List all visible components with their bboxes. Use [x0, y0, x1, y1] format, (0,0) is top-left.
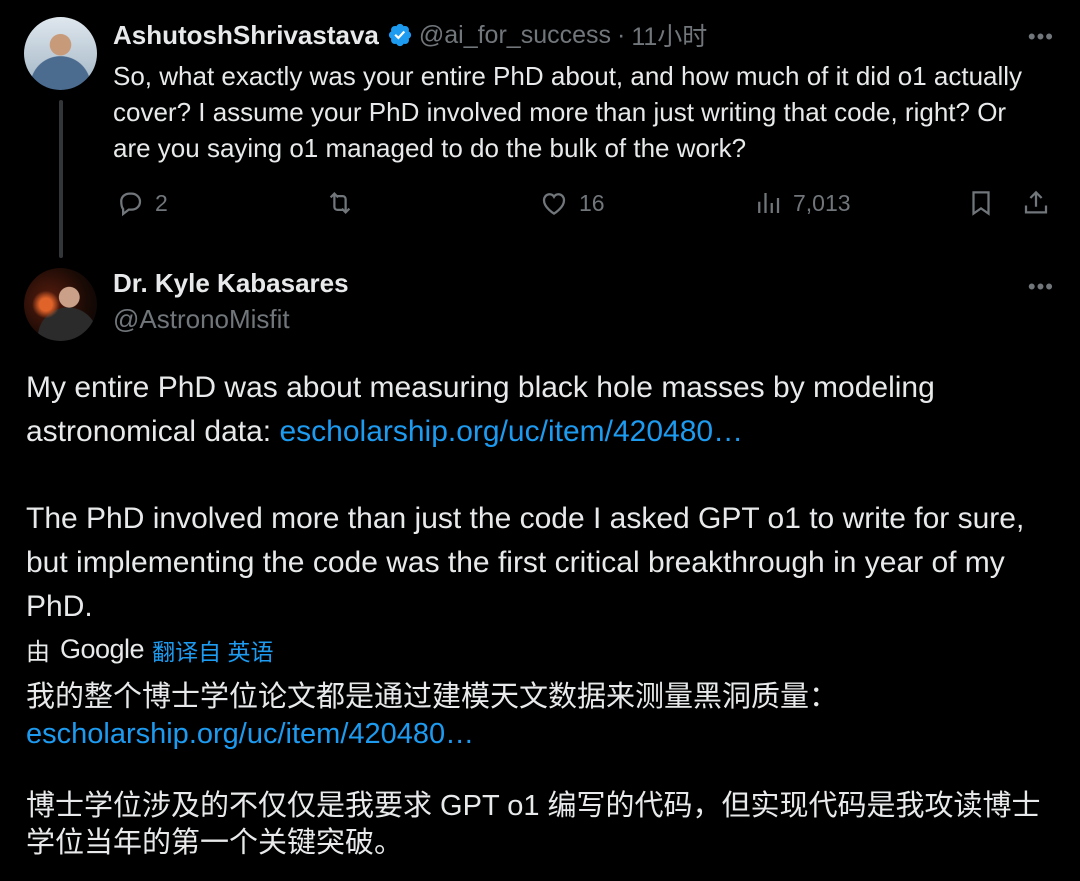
parent-tweet-header: AshutoshShrivastava @ai_for_success · 11… — [113, 18, 707, 52]
reply-button[interactable]: 2 — [115, 188, 168, 218]
reply-icon — [120, 192, 142, 217]
share-icon — [1024, 190, 1048, 214]
google-logo: Google — [60, 634, 145, 664]
translated-text: 我的整个博士学位论文都是通过建模天文数据来测量黑洞质量： — [26, 681, 839, 713]
like-button[interactable]: 16 — [539, 188, 605, 218]
translated-paragraph-2: 博士学位涉及的不仅仅是我要求 GPT o1 编写的代码，但实现代码是我攻读博士学… — [26, 790, 1041, 859]
retweet-button[interactable] — [325, 188, 355, 218]
author-name[interactable]: Dr. Kyle Kabasares — [113, 268, 349, 299]
views-button[interactable]: 7,013 — [753, 188, 851, 218]
more-icon[interactable]: ••• — [1028, 276, 1054, 298]
tweet-paragraph-2: The PhD involved more than just the code… — [26, 502, 1025, 623]
avatar[interactable] — [24, 17, 97, 90]
tweet-paragraph-1: My entire PhD was about measuring black … — [26, 366, 1056, 454]
thread-connector-line — [59, 100, 63, 258]
author-handle[interactable]: @AstronoMisfit — [113, 304, 290, 335]
like-count: 16 — [579, 189, 605, 216]
author-name[interactable]: AshutoshShrivastava — [113, 20, 379, 51]
separator-dot: · — [617, 20, 626, 49]
tweet-action-bar: 2 16 7,013 — [113, 186, 1056, 226]
view-count: 7,013 — [793, 189, 851, 216]
retweet-icon — [329, 192, 351, 214]
author-handle[interactable]: @ai_for_success — [419, 21, 611, 50]
reply-count: 2 — [155, 189, 168, 216]
tweet-link[interactable]: escholarship.org/uc/item/420480… — [279, 415, 743, 448]
translated-paragraph-1: 我的整个博士学位论文都是通过建模天文数据来测量黑洞质量： escholarshi… — [26, 679, 1056, 753]
parent-tweet-text: So, what exactly was your entire PhD abo… — [113, 61, 1023, 163]
bookmark-button[interactable] — [966, 188, 996, 218]
like-icon — [542, 193, 566, 215]
more-icon[interactable]: ••• — [1028, 26, 1054, 48]
avatar[interactable] — [24, 268, 97, 341]
bookmark-icon — [972, 191, 990, 216]
translated-by-label: 由 — [26, 639, 50, 666]
views-icon — [758, 193, 780, 213]
share-button[interactable] — [1021, 188, 1051, 218]
tweet-timestamp[interactable]: 11小时 — [631, 17, 707, 53]
translated-from-link[interactable]: 翻译自 英语 — [152, 633, 273, 667]
verified-badge-icon — [388, 23, 411, 47]
translation-attribution: 由 Google 翻译自 英语 — [26, 632, 273, 667]
translated-link[interactable]: escholarship.org/uc/item/420480… — [26, 716, 1056, 753]
